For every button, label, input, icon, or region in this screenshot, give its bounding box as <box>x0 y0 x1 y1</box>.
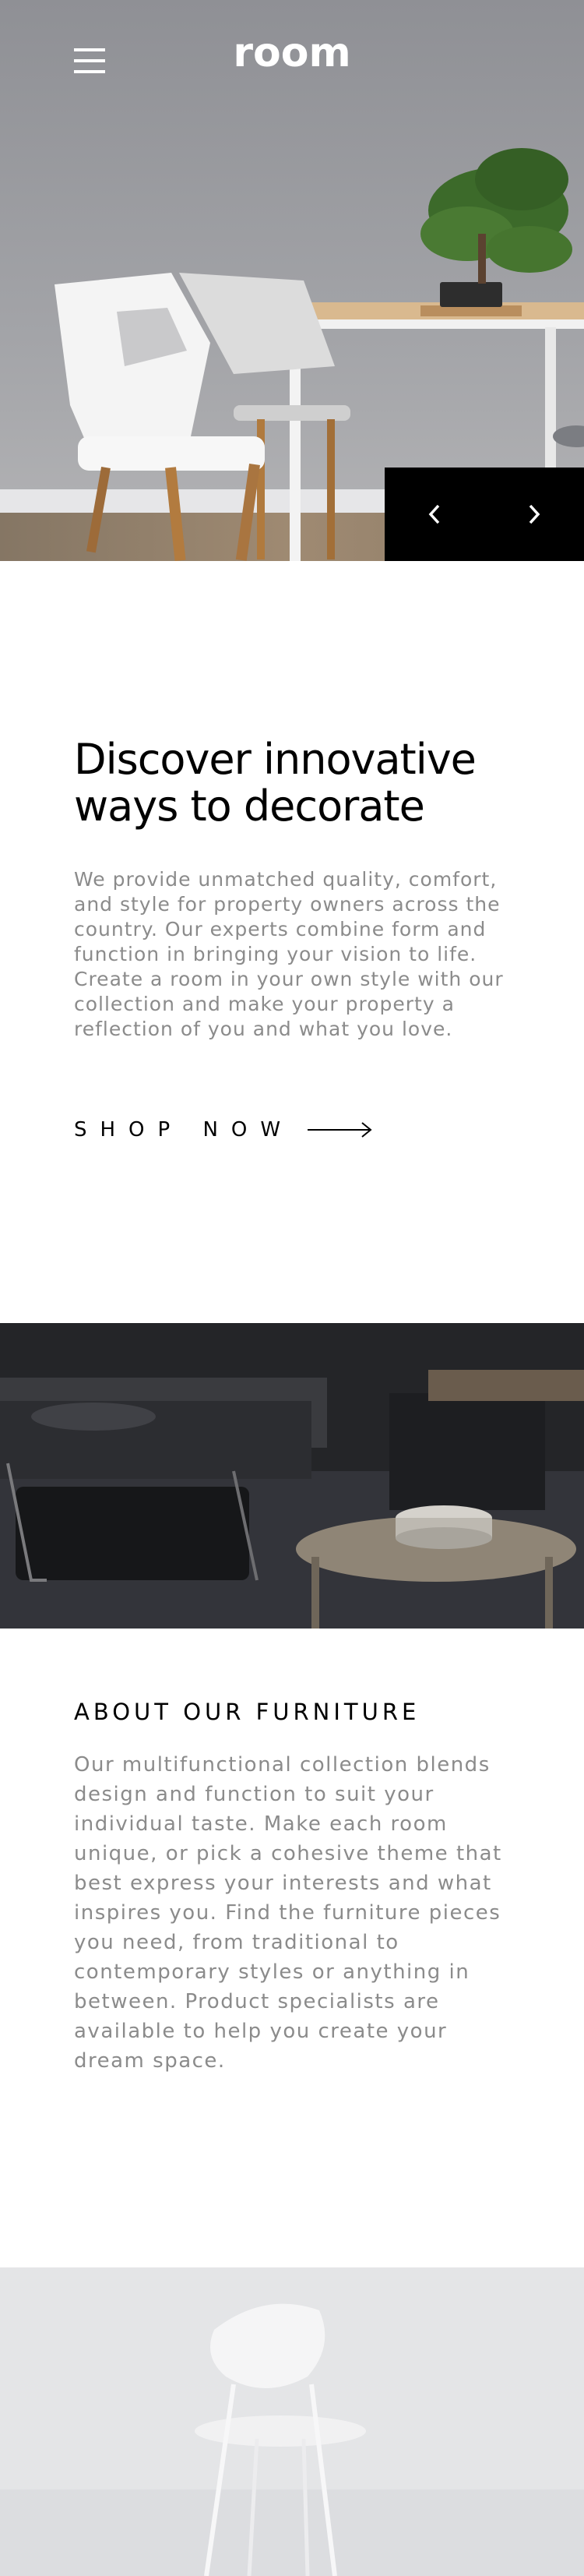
slider-controls <box>385 468 584 561</box>
hero-section: room <box>0 0 584 561</box>
next-slide-button[interactable] <box>484 468 584 561</box>
arrow-right-icon <box>308 1122 372 1138</box>
white-chair-illustration <box>0 2267 584 2576</box>
page-headline: Discover innovative ways to decorate <box>74 736 510 830</box>
about-title: ABOUT OUR FURNITURE <box>74 1699 420 1725</box>
intro-paragraph: We provide unmatched quality, comfort, a… <box>74 868 504 1040</box>
about-section: ABOUT OUR FURNITURE Our multifunctional … <box>0 1699 584 2076</box>
chevron-right-icon <box>529 504 540 524</box>
shop-now-link[interactable]: SHOP NOW <box>74 1118 510 1142</box>
chevron-left-icon <box>428 504 440 524</box>
headline-line-2: ways to decorate <box>74 782 425 831</box>
about-paragraph: Our multifunctional collection blends de… <box>74 1753 502 2073</box>
previous-slide-button[interactable] <box>385 468 484 561</box>
shop-now-label: SHOP NOW <box>74 1118 294 1142</box>
intro-section: Discover innovative ways to decorate We … <box>0 736 584 1142</box>
headline-line-1: Discover innovative <box>74 735 477 784</box>
dark-interior-illustration <box>0 1323 584 1629</box>
brand-logo[interactable]: room <box>0 30 584 76</box>
light-chair-image <box>0 2267 584 2576</box>
dark-interior-image <box>0 1323 584 1629</box>
